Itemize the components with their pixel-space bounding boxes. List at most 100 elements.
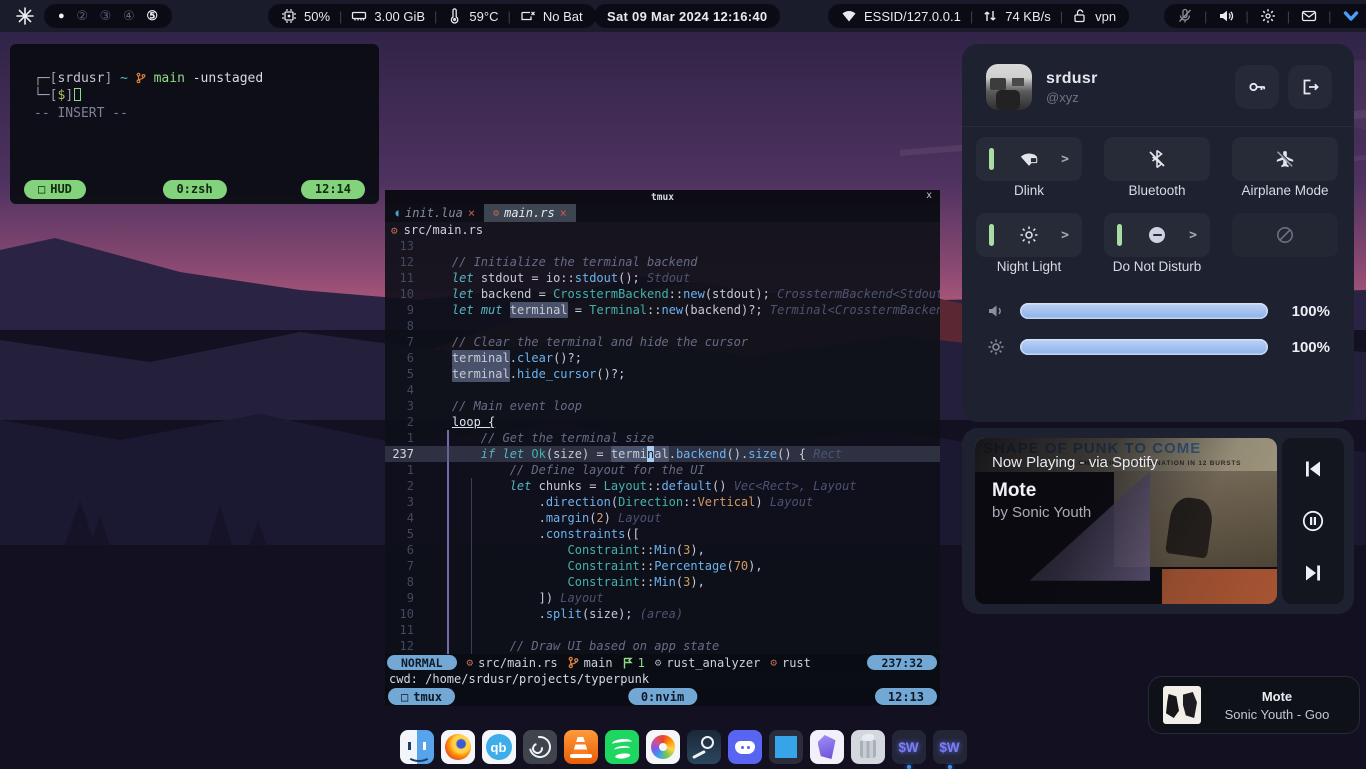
microphone-muted-icon[interactable] bbox=[1177, 8, 1193, 24]
system-tray: | | | | | bbox=[1164, 4, 1366, 28]
dock-item-wine-app-1[interactable]: $W bbox=[892, 730, 926, 764]
chevron-right-icon[interactable]: > bbox=[1189, 228, 1197, 243]
pause-button[interactable] bbox=[1302, 510, 1324, 532]
speaker-icon[interactable] bbox=[1218, 8, 1234, 24]
code-line[interactable]: 1 // Define layout for the UI bbox=[385, 462, 940, 478]
code-line[interactable]: 5 terminal.hide_cursor()?; bbox=[385, 366, 940, 382]
code-line[interactable]: 9 ]) Layout bbox=[385, 590, 940, 606]
vpn-lock-icon bbox=[1072, 8, 1088, 24]
dock-item-vlc[interactable] bbox=[564, 730, 598, 764]
toggle-empty[interactable] bbox=[1232, 213, 1338, 257]
code-line[interactable]: 13 bbox=[385, 238, 940, 254]
clock[interactable]: Sat 09 Mar 2024 12:16:40 bbox=[594, 4, 780, 28]
dock-item-firefox[interactable] bbox=[441, 730, 475, 764]
code-line[interactable]: 7 // Clear the terminal and hide the cur… bbox=[385, 334, 940, 350]
toggle-night-light[interactable]: > bbox=[976, 213, 1082, 257]
code-area[interactable]: 1312 // Initialize the terminal backend1… bbox=[385, 238, 940, 654]
window-close-button[interactable]: x bbox=[926, 190, 932, 201]
settings-gear-icon[interactable] bbox=[1260, 8, 1276, 24]
chevron-down-icon[interactable] bbox=[1343, 8, 1359, 24]
window-titlebar[interactable]: tmux x bbox=[385, 190, 940, 204]
code-line[interactable]: 4 .margin(2) Layout bbox=[385, 510, 940, 526]
tmux-window-tab[interactable]: □tmux bbox=[388, 688, 455, 705]
chevron-right-icon[interactable]: > bbox=[1061, 228, 1069, 243]
code-line[interactable]: 12 // Initialize the terminal backend bbox=[385, 254, 940, 270]
chevron-right-icon[interactable]: > bbox=[1061, 152, 1069, 167]
dock-item-obsidian[interactable] bbox=[810, 730, 844, 764]
code-line[interactable]: 11 let stdout = io::stdout(); Stdout bbox=[385, 270, 940, 286]
code-line[interactable]: 2 loop { bbox=[385, 414, 940, 430]
code-line[interactable]: 4 bbox=[385, 382, 940, 398]
tmux-session-label[interactable]: 0:zsh bbox=[162, 180, 226, 199]
notification-popup[interactable]: Mote Sonic Youth - Goo bbox=[1148, 676, 1360, 734]
tab-main-rs[interactable]: ⚙ main.rs × bbox=[484, 204, 576, 222]
workspace-2[interactable]: ② bbox=[76, 8, 88, 24]
dock-item-file-manager[interactable] bbox=[400, 730, 434, 764]
volume-slider[interactable] bbox=[1020, 303, 1268, 319]
dock-item-vscode[interactable] bbox=[769, 730, 803, 764]
toggle-airplane-mode[interactable] bbox=[1232, 137, 1338, 181]
code-line[interactable]: 3 // Main event loop bbox=[385, 398, 940, 414]
tab-init-lua[interactable]: ◖ init.lua × bbox=[385, 204, 484, 222]
dock-item-qbittorrent[interactable] bbox=[482, 730, 516, 764]
dock-item-obs[interactable] bbox=[523, 730, 557, 764]
editor-window[interactable]: tmux x ◖ init.lua × ⚙ main.rs × ⚙ src/ma… bbox=[385, 190, 940, 702]
code-line[interactable]: 12 // Draw UI based on app state bbox=[385, 638, 940, 654]
code-line[interactable]: 2 let chunks = Layout::default() Vec<Rec… bbox=[385, 478, 940, 494]
toggle-label: Do Not Disturb bbox=[1104, 257, 1210, 279]
code-line[interactable]: 3 .direction(Direction::Vertical) Layout bbox=[385, 494, 940, 510]
brightness-slider-row: 100% bbox=[986, 329, 1330, 365]
sliders: 100% 100% bbox=[962, 279, 1354, 365]
tmux-window-tab[interactable]: □HUD bbox=[24, 180, 86, 199]
workspace-switcher[interactable]: ● ②③④⑤ bbox=[44, 4, 172, 28]
dock-item-spotify[interactable] bbox=[605, 730, 639, 764]
next-track-button[interactable] bbox=[1302, 562, 1324, 584]
code-line[interactable]: 6 Constraint::Min(3), bbox=[385, 542, 940, 558]
distro-logo-icon[interactable] bbox=[16, 7, 34, 25]
dock-item-steam[interactable] bbox=[687, 730, 721, 764]
code-line[interactable]: 9 let mut terminal = Terminal::new(backe… bbox=[385, 302, 940, 318]
line-number: 6 bbox=[385, 542, 423, 558]
statusline: NORMAL ⚙src/main.rs main 1 ⚙rust_analyze… bbox=[385, 654, 940, 671]
dock-item-trash[interactable] bbox=[851, 730, 885, 764]
code-line-current[interactable]: 237 if let Ok(size) = terminal.backend()… bbox=[385, 446, 940, 462]
line-number: 5 bbox=[385, 526, 423, 542]
now-playing-widget: SHAPE OF PUNK TO COME A CHIMERICAL BOMBI… bbox=[962, 428, 1354, 614]
battery-value: No Bat bbox=[543, 9, 583, 24]
hud-terminal-window[interactable]: ┌─[srdusr] ~ main -unstaged └─[$] -- INS… bbox=[10, 44, 379, 204]
code-line[interactable]: 1 // Get the terminal size bbox=[385, 430, 940, 446]
line-number: 9 bbox=[385, 302, 423, 318]
previous-track-button[interactable] bbox=[1302, 458, 1324, 480]
dock-item-photos[interactable] bbox=[646, 730, 680, 764]
code-line[interactable]: 10 let backend = CrosstermBackend::new(s… bbox=[385, 286, 940, 302]
logout-button[interactable] bbox=[1288, 65, 1332, 109]
tab-close-icon[interactable]: × bbox=[468, 206, 475, 220]
mail-icon[interactable] bbox=[1301, 8, 1317, 24]
code-line[interactable]: 8 Constraint::Min(3), bbox=[385, 574, 940, 590]
code-line[interactable]: 6 terminal.clear()?; bbox=[385, 350, 940, 366]
workspace-3[interactable]: ③ bbox=[100, 8, 112, 24]
code-line[interactable]: 7 Constraint::Percentage(70), bbox=[385, 558, 940, 574]
workspace-4[interactable]: ④ bbox=[123, 8, 135, 24]
code-line[interactable]: 10 .split(size); (area) bbox=[385, 606, 940, 622]
toggle-dlink[interactable]: > bbox=[976, 137, 1082, 181]
line-number: 13 bbox=[385, 238, 423, 254]
line-number: 8 bbox=[385, 574, 423, 590]
toggle-bluetooth[interactable] bbox=[1104, 137, 1210, 181]
brightness-slider[interactable] bbox=[1020, 339, 1268, 355]
keyring-button[interactable] bbox=[1235, 65, 1279, 109]
dock-item-wine-app-2[interactable]: $W bbox=[933, 730, 967, 764]
tab-close-icon[interactable]: × bbox=[560, 206, 567, 220]
network-status[interactable]: ESSID/127.0.0.1 | 74 KB/s | vpn bbox=[828, 4, 1129, 28]
line-number: 8 bbox=[385, 318, 423, 334]
workspace-1[interactable]: ● bbox=[58, 10, 65, 22]
code-line[interactable]: 5 .constraints([ bbox=[385, 526, 940, 542]
code-line[interactable]: 11 bbox=[385, 622, 940, 638]
toggle-do-not-disturb[interactable]: > bbox=[1104, 213, 1210, 257]
active-indicator bbox=[989, 224, 994, 246]
notification-title: Mote bbox=[1201, 689, 1353, 704]
tmux-session-label[interactable]: 0:nvim bbox=[628, 688, 697, 705]
workspace-5[interactable]: ⑤ bbox=[146, 8, 158, 24]
code-line[interactable]: 8 bbox=[385, 318, 940, 334]
dock-item-discord[interactable] bbox=[728, 730, 762, 764]
